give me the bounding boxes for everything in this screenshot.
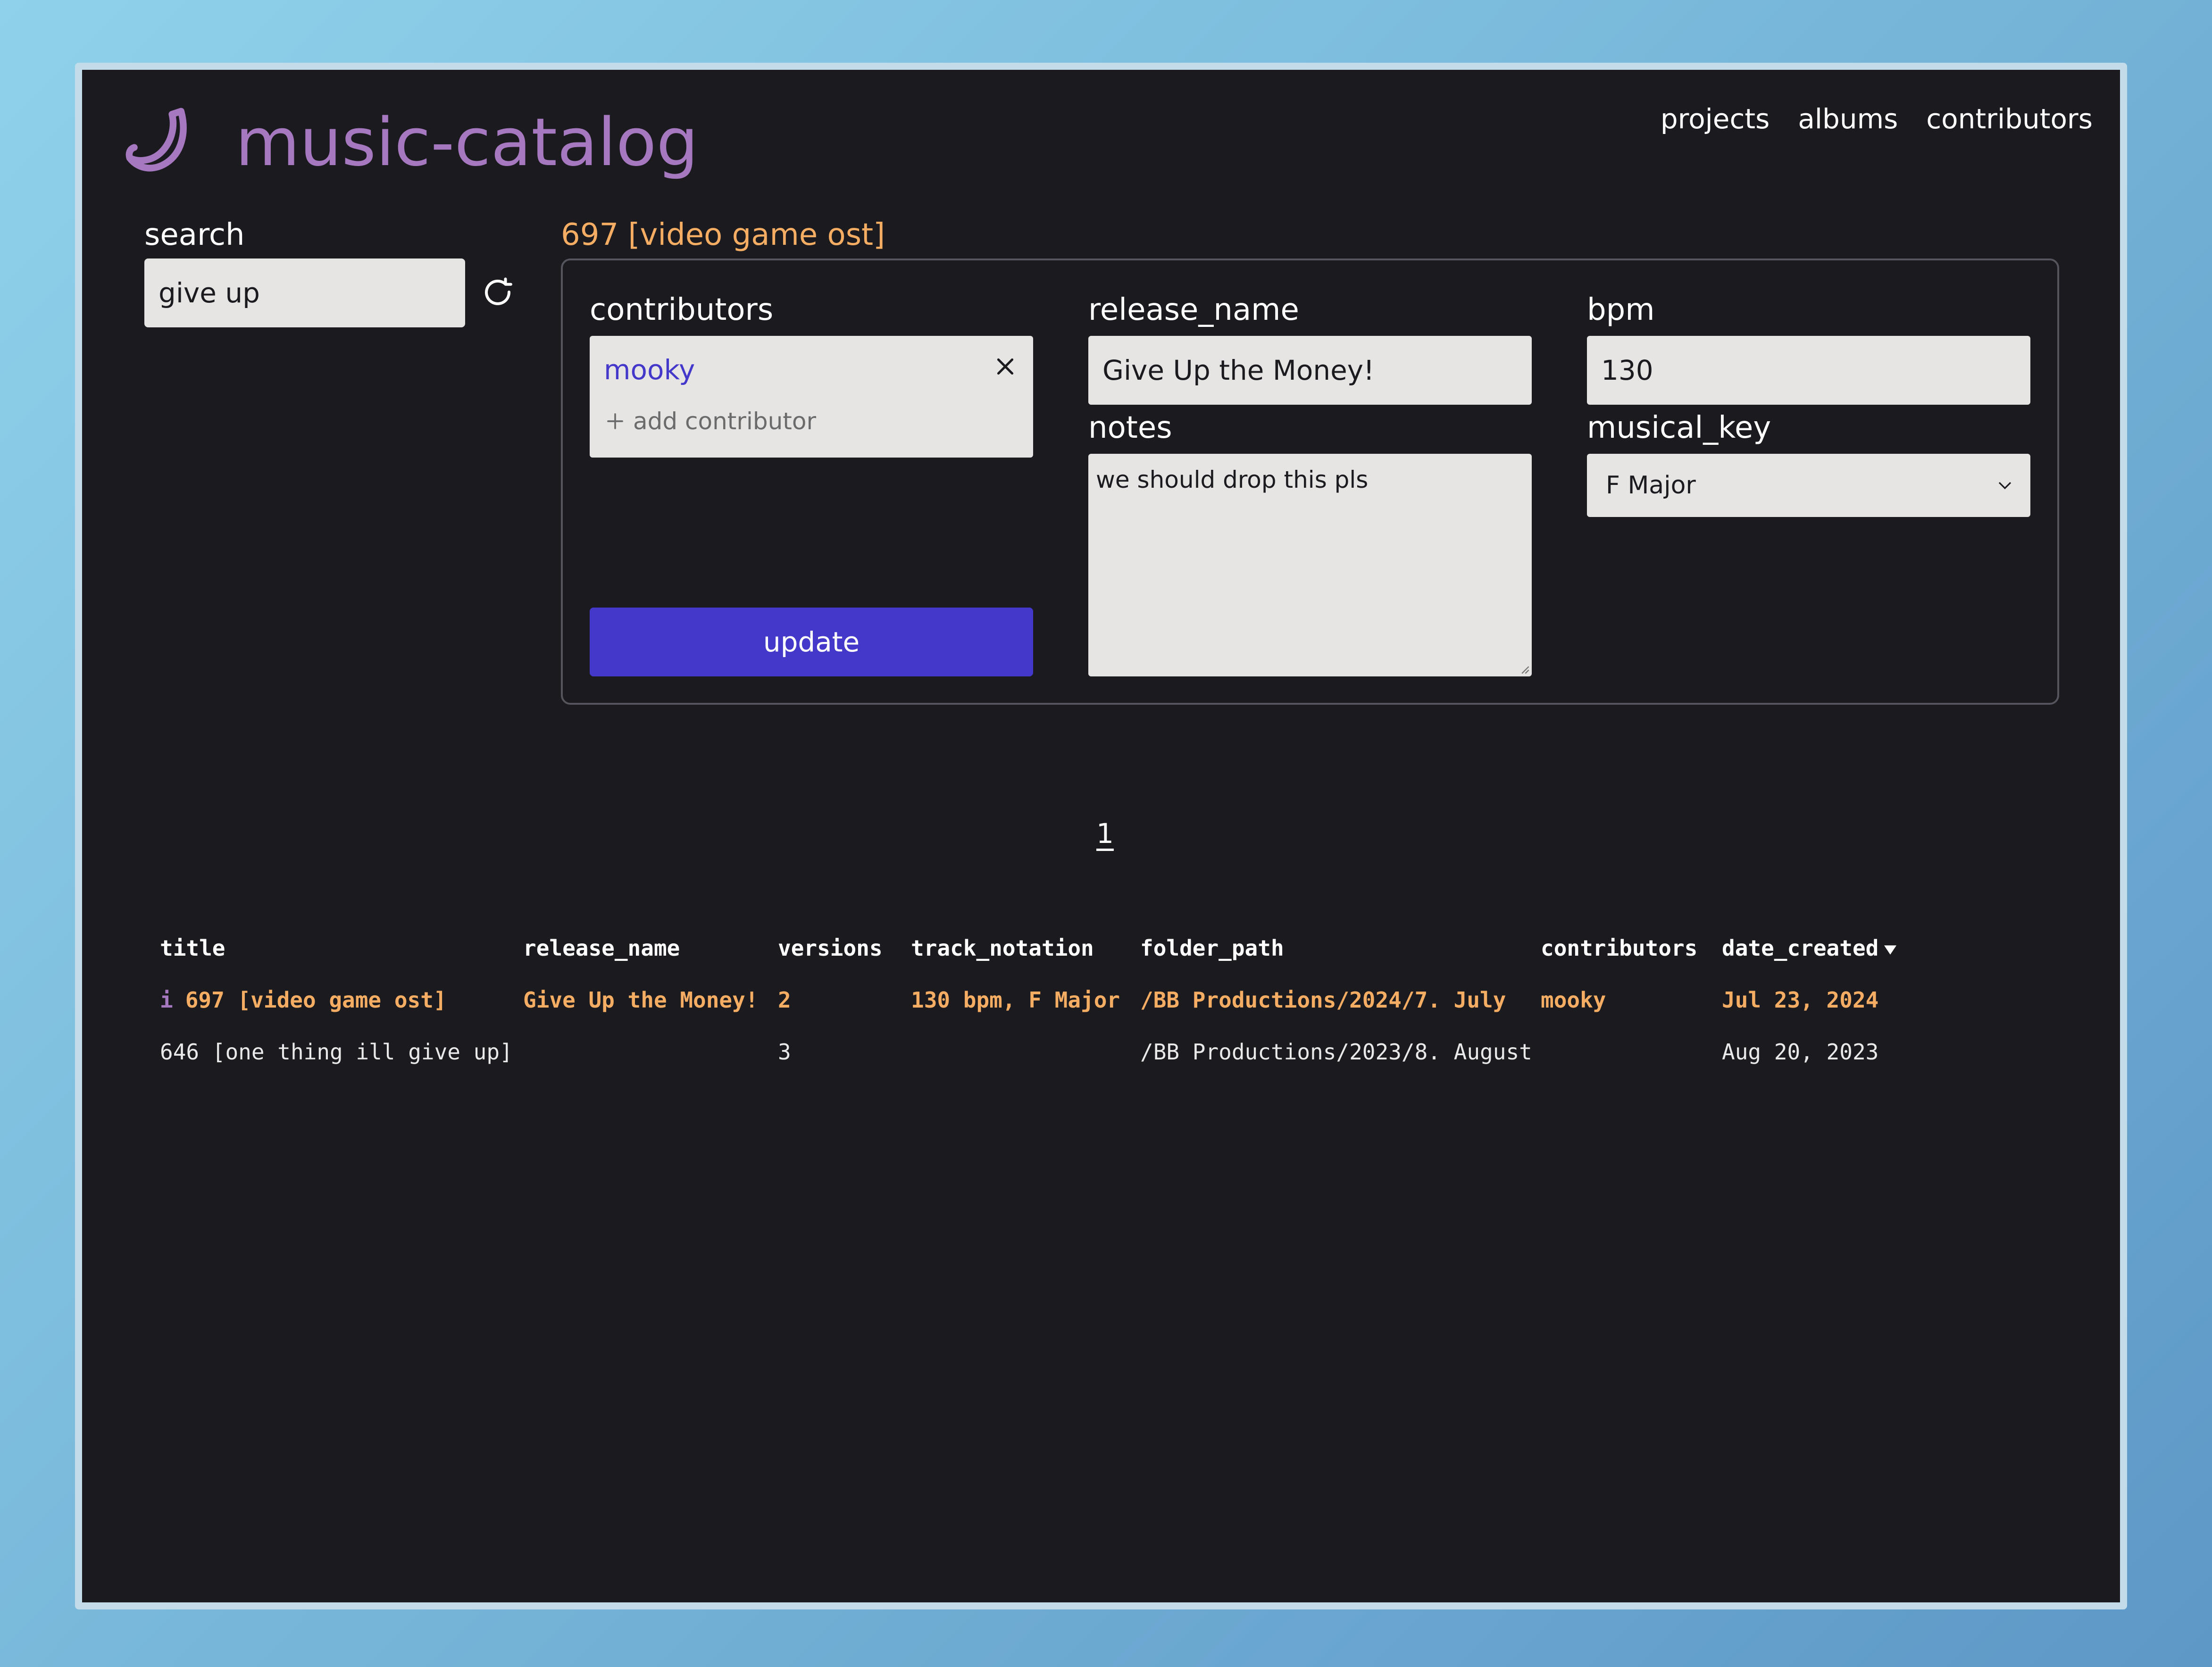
row-title: 646 [one thing ill give up] <box>160 1039 513 1065</box>
contributor-chip[interactable]: mooky <box>604 354 695 386</box>
date-created-label: date_created <box>1722 935 1879 961</box>
app-window: music-catalog projects albums contributo… <box>75 63 2127 1609</box>
column-header-versions[interactable]: versions <box>778 935 883 961</box>
plus-icon <box>607 413 623 429</box>
musical-key-select[interactable]: F Major <box>1587 454 2030 517</box>
top-nav: projects albums contributors <box>1661 103 2093 135</box>
resize-handle-icon[interactable] <box>1519 663 1530 675</box>
detail-panel: contributors mooky add contributor updat… <box>561 258 2059 705</box>
brand[interactable]: music-catalog <box>120 105 698 181</box>
bpm-input[interactable]: 130 <box>1587 336 2030 405</box>
row-title: i 697 [video game ost] <box>160 987 447 1013</box>
bpm-label: bpm <box>1587 292 1655 327</box>
musical-key-label: musical_key <box>1587 410 1771 445</box>
row-title-text: 697 [video game ost] <box>185 987 447 1013</box>
row-date-created: Jul 23, 2024 <box>1722 987 1879 1013</box>
musical-key-value: F Major <box>1606 471 1696 500</box>
column-header-contributors[interactable]: contributors <box>1541 935 1697 961</box>
add-contributor-label: add contributor <box>633 408 817 435</box>
row-folder-path: /BB Productions/2024/7. July <box>1140 987 1506 1013</box>
nav-albums[interactable]: albums <box>1798 103 1898 135</box>
search-input[interactable] <box>144 258 465 327</box>
release-name-label: release_name <box>1088 292 1299 327</box>
close-icon[interactable] <box>993 355 1017 378</box>
release-name-input[interactable]: Give Up the Money! <box>1088 336 1532 405</box>
notes-textarea[interactable]: we should drop this pls <box>1088 454 1532 676</box>
row-contributors: mooky <box>1541 987 1606 1013</box>
sort-desc-icon <box>1884 945 1897 955</box>
contributors-label: contributors <box>590 292 774 327</box>
row-folder-path: /BB Productions/2023/8. August <box>1140 1039 1532 1065</box>
row-date-created: Aug 20, 2023 <box>1722 1039 1879 1065</box>
update-button[interactable]: update <box>590 608 1033 676</box>
notes-text: we should drop this pls <box>1096 466 1369 493</box>
info-marker[interactable]: i <box>160 987 173 1013</box>
contributors-field[interactable]: mooky add contributor <box>590 336 1033 458</box>
refresh-icon[interactable] <box>481 276 515 310</box>
column-header-release-name[interactable]: release_name <box>523 935 680 961</box>
nav-contributors[interactable]: contributors <box>1926 103 2093 135</box>
page-link[interactable]: 1 <box>1096 817 1114 850</box>
banana-icon <box>125 108 187 172</box>
row-versions: 3 <box>778 1039 791 1065</box>
nav-projects[interactable]: projects <box>1661 103 1770 135</box>
column-header-date-created[interactable]: date_created <box>1722 935 1897 961</box>
notes-label: notes <box>1088 410 1172 445</box>
row-release-name: Give Up the Money! <box>523 987 759 1013</box>
app-title: music-catalog <box>235 104 699 181</box>
column-header-folder-path[interactable]: folder_path <box>1140 935 1284 961</box>
row-versions: 2 <box>778 987 791 1013</box>
row-title-text: 646 [one thing ill give up] <box>160 1039 513 1065</box>
column-header-title[interactable]: title <box>160 935 225 961</box>
chevron-down-icon <box>1998 482 2012 490</box>
add-contributor-button[interactable]: add contributor <box>606 408 816 435</box>
detail-title: 697 [video game ost] <box>561 217 885 252</box>
column-header-track-notation[interactable]: track_notation <box>911 935 1094 961</box>
row-track-notation: 130 bpm, F Major <box>911 987 1120 1013</box>
search-label: search <box>144 217 245 252</box>
